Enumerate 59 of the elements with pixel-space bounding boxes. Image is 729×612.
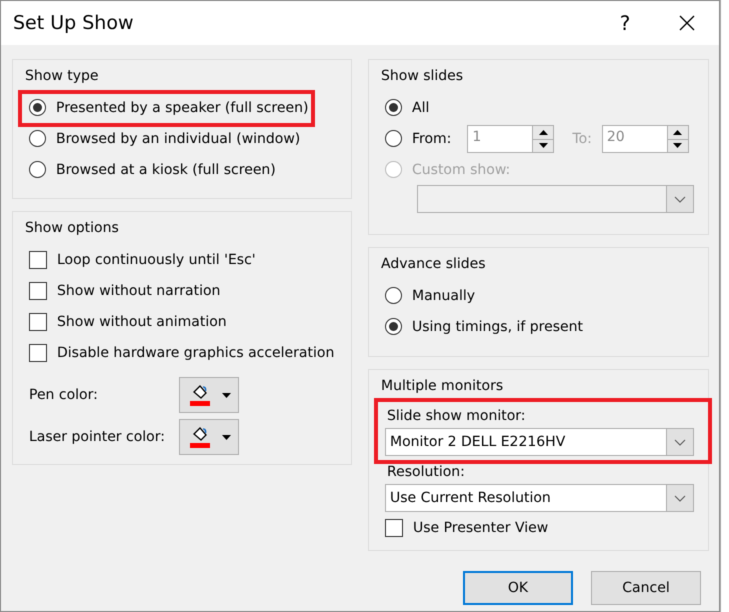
checkbox[interactable] <box>29 312 47 330</box>
option-label: From: <box>412 130 452 146</box>
number-field[interactable]: 1 <box>467 124 554 152</box>
monitor-dropdown[interactable]: Monitor 2 DELL E2216HV <box>385 428 694 456</box>
group-title: Multiple monitors <box>381 378 504 394</box>
checkbox[interactable] <box>385 518 403 536</box>
option-label: Browsed by an individual (window) <box>56 130 300 146</box>
spin-up-button[interactable] <box>533 126 554 138</box>
field-label: Resolution: <box>387 464 466 480</box>
radio-button[interactable] <box>29 161 46 178</box>
checkbox-label: Disable hardware graphics acceleration <box>57 344 334 360</box>
option-label: Using timings, if present <box>412 318 583 334</box>
color-label: Pen color: <box>29 387 99 403</box>
radio-button[interactable] <box>385 130 402 147</box>
group-title: Show options <box>25 220 120 236</box>
spin-down-button[interactable] <box>668 138 688 152</box>
color-picker-button[interactable] <box>179 419 239 455</box>
field-label: Slide show monitor: <box>387 408 526 424</box>
checkbox-label: Show without animation <box>57 314 227 330</box>
option-label: Manually <box>412 288 476 304</box>
group-title: Show type <box>25 68 100 84</box>
option-label: Custom show: <box>412 162 510 178</box>
up-arrow-icon <box>673 130 682 134</box>
option-label: Presented by a speaker (full screen) <box>56 100 308 116</box>
checkbox-label: Loop continuously until 'Esc' <box>57 252 256 268</box>
help-button[interactable]: ? <box>605 11 645 35</box>
radio-button[interactable] <box>385 287 402 304</box>
option-label: All <box>412 100 430 116</box>
group-title: Advance slides <box>381 256 487 272</box>
resolution-dropdown[interactable]: Use Current Resolution <box>385 484 694 512</box>
color-label: Laser pointer color: <box>29 429 166 445</box>
radio-button[interactable] <box>385 99 402 116</box>
down-arrow-icon <box>673 143 682 148</box>
caret-icon <box>674 438 686 446</box>
color-picker-button[interactable] <box>179 377 239 413</box>
radio-button[interactable] <box>29 130 46 147</box>
spin-up-button[interactable] <box>668 126 688 138</box>
dialog-button[interactable]: Cancel <box>591 571 701 605</box>
group-title: Show slides <box>381 68 464 84</box>
checkbox[interactable] <box>29 344 47 362</box>
option-label: Browsed at a kiosk (full screen) <box>56 162 276 178</box>
spin-down-button[interactable] <box>533 138 554 152</box>
down-arrow-icon <box>222 434 230 440</box>
window-title: Set Up Show <box>13 12 135 34</box>
checkbox[interactable] <box>29 282 47 300</box>
down-arrow-icon <box>222 392 230 398</box>
radio-button[interactable] <box>29 99 46 116</box>
option-label: To: <box>572 130 592 146</box>
close-icon <box>679 15 695 31</box>
number-field[interactable]: 20 <box>602 124 689 152</box>
radio-button[interactable] <box>385 318 402 335</box>
down-arrow-icon <box>538 143 548 148</box>
caret-icon <box>674 494 686 502</box>
checkbox-label: Use Presenter View <box>413 520 548 536</box>
caret-icon <box>674 196 686 202</box>
checkbox-label: Show without narration <box>57 282 220 298</box>
up-arrow-icon <box>538 130 548 134</box>
checkbox[interactable] <box>29 250 47 268</box>
dialog-button[interactable]: OK <box>463 571 573 605</box>
